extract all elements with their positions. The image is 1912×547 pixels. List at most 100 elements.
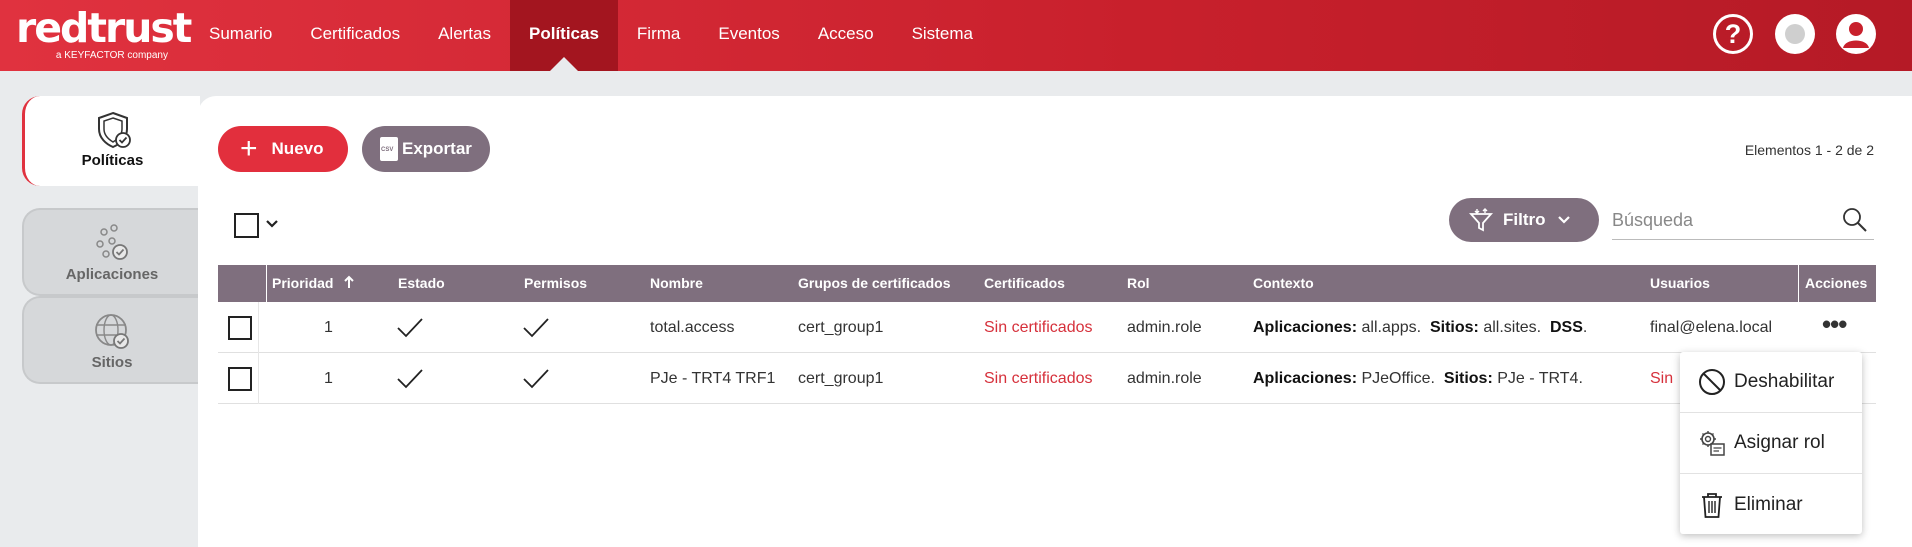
column-header-prioridad[interactable]: Prioridad [272,265,355,302]
cell-groups: cert_group1 [798,370,884,387]
cell-context: Aplicaciones: PJeOffice. Sitios: PJe - T… [1253,353,1583,404]
brand-name: redtrust [16,4,192,52]
shield-check-icon [97,111,131,149]
csv-badge: CSV [381,147,394,153]
globe-check-icon [95,314,129,349]
cell-priority: 1 [324,319,333,336]
nav-item-sumario[interactable]: Sumario [190,0,291,71]
cell-groups: cert_group1 [798,319,884,336]
row-actions-button[interactable]: ••• [1822,302,1847,353]
cell-context: Aplicaciones: all.apps. Sitios: all.site… [1253,302,1587,353]
row-checkbox[interactable] [228,316,252,340]
sidebar-item-politicas[interactable]: Políticas [22,96,200,186]
cell-role: admin.role [1127,370,1202,387]
table-row[interactable]: 1 total.access cert_group1 Sin certifica… [218,302,1876,353]
policies-table: Prioridad Estado Permisos Nombre Grupos … [218,265,1876,404]
nav-item-eventos[interactable]: Eventos [699,0,798,71]
select-all-checkbox[interactable] [234,213,259,238]
menu-item-label: Eliminar [1734,493,1803,515]
checkmark-icon [397,369,423,389]
column-separator [1798,265,1799,302]
elements-count: Elementos 1 - 2 de 2 [1744,142,1874,158]
context-extra: DSS [1550,319,1583,336]
column-header-nombre[interactable]: Nombre [650,265,703,302]
checkmark-icon [523,369,549,389]
cell-certificates-link[interactable]: Sin certificados [984,353,1093,404]
sidebar-item-aplicaciones[interactable]: Aplicaciones [22,208,200,296]
column-header-contexto[interactable]: Contexto [1253,265,1314,302]
column-header-grupos[interactable]: Grupos de certificados [798,265,950,302]
column-header-acciones: Acciones [1805,275,1868,291]
sidebar-item-sitios[interactable]: Sitios [22,296,200,384]
nav-item-acceso[interactable]: Acceso [799,0,893,71]
sidebar-item-label: Aplicaciones [65,266,159,283]
funnel-icon [1469,208,1493,232]
column-separator [266,265,267,302]
sidebar-item-label: Políticas [81,152,144,169]
column-header-usuarios[interactable]: Usuarios [1650,265,1710,302]
top-navigation-bar: redtrust a KEYFACTOR company Sumario Cer… [0,0,1912,71]
brand-tagline: a KEYFACTOR company [55,50,168,61]
cell-state [396,302,424,353]
help-icon[interactable]: ? [1713,14,1753,54]
context-sites-label: Sitios: [1443,370,1493,387]
export-button-label: Exportar [402,139,472,158]
row-separator [258,353,259,404]
checkmark-icon [397,318,423,338]
checkmark-icon [523,318,549,338]
cell-role: admin.role [1127,319,1202,336]
main-nav: Sumario Certificados Alertas Políticas F… [190,0,992,71]
nav-item-certificados[interactable]: Certificados [291,0,419,71]
apps-check-icon [96,224,128,260]
cell-users-link[interactable]: Sin [1650,353,1673,404]
assign-role-icon [1700,431,1725,456]
search-icon[interactable] [1842,207,1868,233]
main-content-card: + Nuevo CSV Exportar Elementos 1 - 2 de … [198,96,1912,547]
row-separator [258,302,259,353]
row-checkbox[interactable] [228,367,252,391]
plus-icon: + [240,132,258,165]
cell-permissions [522,302,550,353]
cell-certificates-link[interactable]: Sin certificados [984,302,1093,353]
search-box [1612,200,1874,240]
column-header-permisos[interactable]: Permisos [524,265,587,302]
filter-button[interactable]: Filtro [1449,198,1599,242]
trash-icon [1702,492,1722,518]
menu-item-deshabilitar[interactable]: Deshabilitar [1680,352,1862,413]
csv-file-icon: CSV [380,137,398,161]
user-avatar-icon[interactable] [1836,14,1876,54]
menu-item-label: Deshabilitar [1734,371,1835,392]
nav-item-firma[interactable]: Firma [618,0,699,71]
sidebar-item-label: Sitios [91,354,133,371]
sort-arrow-up-icon [344,275,355,288]
nav-item-politicas[interactable]: Políticas [510,0,618,71]
column-header-certificados[interactable]: Certificados [984,265,1065,302]
new-button-label: Nuevo [271,139,324,158]
column-header-label: Prioridad [272,275,334,291]
menu-item-eliminar[interactable]: Eliminar [1680,474,1862,535]
new-button[interactable]: + Nuevo [218,126,348,172]
context-apps-label: Aplicaciones: [1253,370,1358,387]
context-sites-value: all.sites. [1483,319,1542,336]
column-header-rol[interactable]: Rol [1127,265,1150,302]
status-indicator-icon[interactable] [1775,14,1815,54]
column-header-estado[interactable]: Estado [398,265,445,302]
brand-logo[interactable]: redtrust a KEYFACTOR company [16,4,192,62]
cell-name: total.access [650,319,735,336]
row-actions-menu: Deshabilitar Asignar rol Eliminar [1680,352,1862,534]
export-button[interactable]: CSV Exportar [362,126,490,172]
cell-permissions [522,353,550,404]
table-row[interactable]: 1 PJe - TRT4 TRF1 cert_group1 Sin certif… [218,353,1876,404]
search-input[interactable] [1612,206,1832,234]
cell-priority: 1 [324,370,333,387]
cell-users: final@elena.local [1650,319,1773,336]
nav-item-alertas[interactable]: Alertas [419,0,510,71]
context-sites-label: Sitios: [1429,319,1479,336]
cell-state [396,353,424,404]
menu-item-label: Asignar rol [1734,432,1825,453]
cell-name: PJe - TRT4 TRF1 [650,370,776,387]
context-extra-suffix: . [1582,319,1588,336]
menu-item-asignar-rol[interactable]: Asignar rol [1680,413,1862,474]
nav-item-sistema[interactable]: Sistema [893,0,992,71]
chevron-down-icon[interactable] [264,216,280,232]
